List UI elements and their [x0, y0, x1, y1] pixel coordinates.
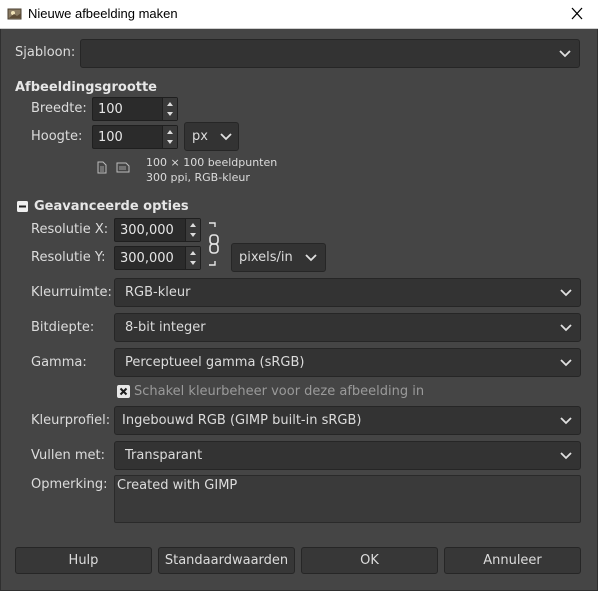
- height-spinner[interactable]: 100: [92, 125, 178, 149]
- precision-combo[interactable]: 8-bit integer: [114, 313, 581, 342]
- size-unit-value: px: [192, 129, 208, 144]
- fill-combo[interactable]: Transparant: [114, 441, 581, 470]
- template-label: Sjabloon:: [15, 45, 76, 60]
- chevron-down-icon: [559, 50, 571, 58]
- color-profile-label: Kleurprofiel:: [31, 413, 111, 428]
- increment-icon[interactable]: [166, 101, 174, 107]
- gamma-value: Perceptueel gamma (sRGB): [125, 355, 305, 370]
- resolution-y-label: Resolutie Y:: [31, 250, 106, 265]
- colorspace-value: RGB-kleur: [125, 285, 191, 300]
- color-manage-checkbox[interactable]: [117, 385, 130, 398]
- decrement-icon[interactable]: [189, 232, 197, 238]
- fill-label: Vullen met:: [31, 448, 105, 463]
- gamma-label: Gamma:: [31, 355, 87, 370]
- width-spinner[interactable]: 100: [92, 97, 178, 121]
- image-size-heading: Afbeeldingsgrootte: [15, 80, 157, 95]
- chevron-down-icon: [560, 359, 572, 367]
- chevron-down-icon: [560, 289, 572, 297]
- help-button[interactable]: Hulp: [15, 547, 152, 574]
- landscape-icon[interactable]: [116, 162, 130, 173]
- resolution-x-spinner[interactable]: 300,000: [114, 218, 201, 242]
- gimp-icon: [7, 8, 22, 20]
- increment-icon[interactable]: [166, 129, 174, 135]
- height-label: Hoogte:: [31, 129, 83, 144]
- resolution-unit-combo[interactable]: pixels/in: [231, 243, 326, 272]
- chain-link-icon[interactable]: [205, 221, 223, 267]
- precision-value: 8-bit integer: [125, 320, 206, 335]
- color-profile-combo[interactable]: Ingebouwd RGB (GIMP built-in sRGB): [114, 406, 581, 435]
- title-bar: Nieuwe afbeelding maken: [0, 0, 598, 29]
- chevron-down-icon: [220, 133, 232, 141]
- chevron-down-icon: [560, 324, 572, 332]
- comment-value: Created with GIMP: [117, 478, 238, 493]
- ok-button[interactable]: OK: [301, 547, 438, 574]
- resolution-unit-value: pixels/in: [239, 250, 293, 265]
- color-manage-label[interactable]: Schakel kleurbeheer voor deze afbeelding…: [134, 384, 424, 399]
- precision-label: Bitdiepte:: [31, 320, 95, 335]
- resolution-y-spinner[interactable]: 300,000: [114, 246, 201, 270]
- width-value: 100: [98, 102, 123, 117]
- size-unit-combo[interactable]: px: [184, 122, 239, 151]
- gamma-combo[interactable]: Perceptueel gamma (sRGB): [114, 348, 581, 377]
- comment-textarea[interactable]: Created with GIMP: [114, 475, 581, 523]
- chevron-down-icon: [305, 254, 317, 262]
- increment-icon[interactable]: [189, 250, 197, 256]
- colorspace-label: Kleurruimte:: [31, 285, 112, 300]
- resolution-x-label: Resolutie X:: [31, 222, 109, 237]
- height-value: 100: [98, 130, 123, 145]
- increment-icon[interactable]: [189, 222, 197, 228]
- image-info: 100 × 100 beeldpunten 300 ppi, RGB-kleur: [146, 155, 277, 185]
- resolution-y-value: 300,000: [120, 251, 174, 266]
- resolution-x-value: 300,000: [120, 223, 174, 238]
- color-profile-value: Ingebouwd RGB (GIMP built-in sRGB): [122, 413, 362, 428]
- decrement-icon[interactable]: [189, 260, 197, 266]
- close-icon[interactable]: [566, 4, 588, 24]
- width-label: Breedte:: [31, 101, 87, 116]
- image-resolution-text: 300 ppi, RGB-kleur: [146, 171, 250, 184]
- chevron-down-icon: [560, 417, 572, 425]
- window-title: Nieuwe afbeelding maken: [28, 6, 178, 21]
- collapse-icon[interactable]: [17, 201, 28, 212]
- template-combo[interactable]: [80, 39, 580, 68]
- decrement-icon[interactable]: [166, 111, 174, 117]
- advanced-options-heading[interactable]: Geavanceerde opties: [34, 199, 189, 214]
- cancel-button[interactable]: Annuleer: [444, 547, 581, 574]
- decrement-icon[interactable]: [166, 139, 174, 145]
- colorspace-combo[interactable]: RGB-kleur: [114, 278, 581, 307]
- reset-button[interactable]: Standaardwaarden: [158, 547, 295, 574]
- comment-label: Opmerking:: [31, 477, 108, 492]
- checkmark-icon: [119, 387, 128, 396]
- chevron-down-icon: [560, 452, 572, 460]
- fill-value: Transparant: [125, 448, 203, 463]
- portrait-icon[interactable]: [97, 161, 107, 174]
- image-dimensions-text: 100 × 100 beeldpunten: [146, 156, 278, 169]
